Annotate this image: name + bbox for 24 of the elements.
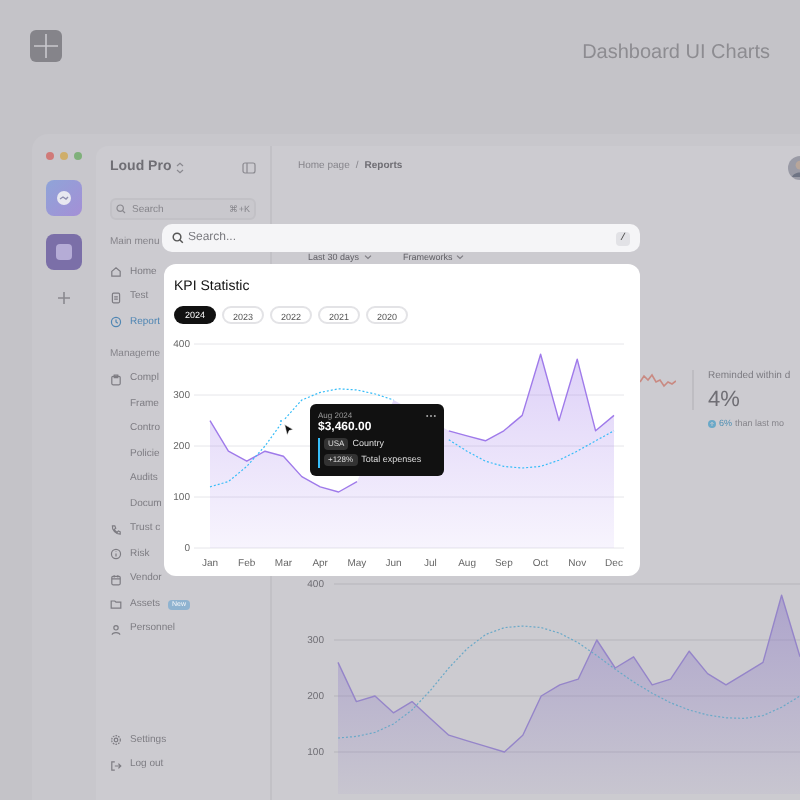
chevron-down-icon: [363, 254, 372, 260]
add-icon[interactable]: [58, 292, 70, 304]
chevron-icon: [175, 162, 184, 174]
cursor-icon: [284, 424, 294, 436]
app-icon[interactable]: [46, 180, 82, 216]
search-icon: [116, 204, 126, 214]
calendar-icon: [110, 573, 122, 586]
document-icon: [110, 291, 122, 304]
logo-icon: [30, 30, 62, 62]
info-icon: [110, 548, 122, 561]
settings-icon: [110, 734, 122, 747]
search-icon: [172, 232, 184, 244]
logout-icon: [110, 759, 122, 772]
chevron-down-icon: [456, 254, 465, 260]
person-icon: [110, 623, 122, 636]
clipboard-icon: [110, 373, 122, 386]
app-icon[interactable]: [46, 234, 82, 270]
arrow-circle-icon: [708, 419, 716, 428]
house-icon: [110, 266, 122, 279]
sidebar-toggle-icon: [242, 162, 256, 174]
folder-icon: [110, 598, 122, 611]
stat-value: 4%: [708, 385, 742, 413]
clock-icon: [110, 316, 122, 329]
phone-icon: [110, 523, 122, 536]
